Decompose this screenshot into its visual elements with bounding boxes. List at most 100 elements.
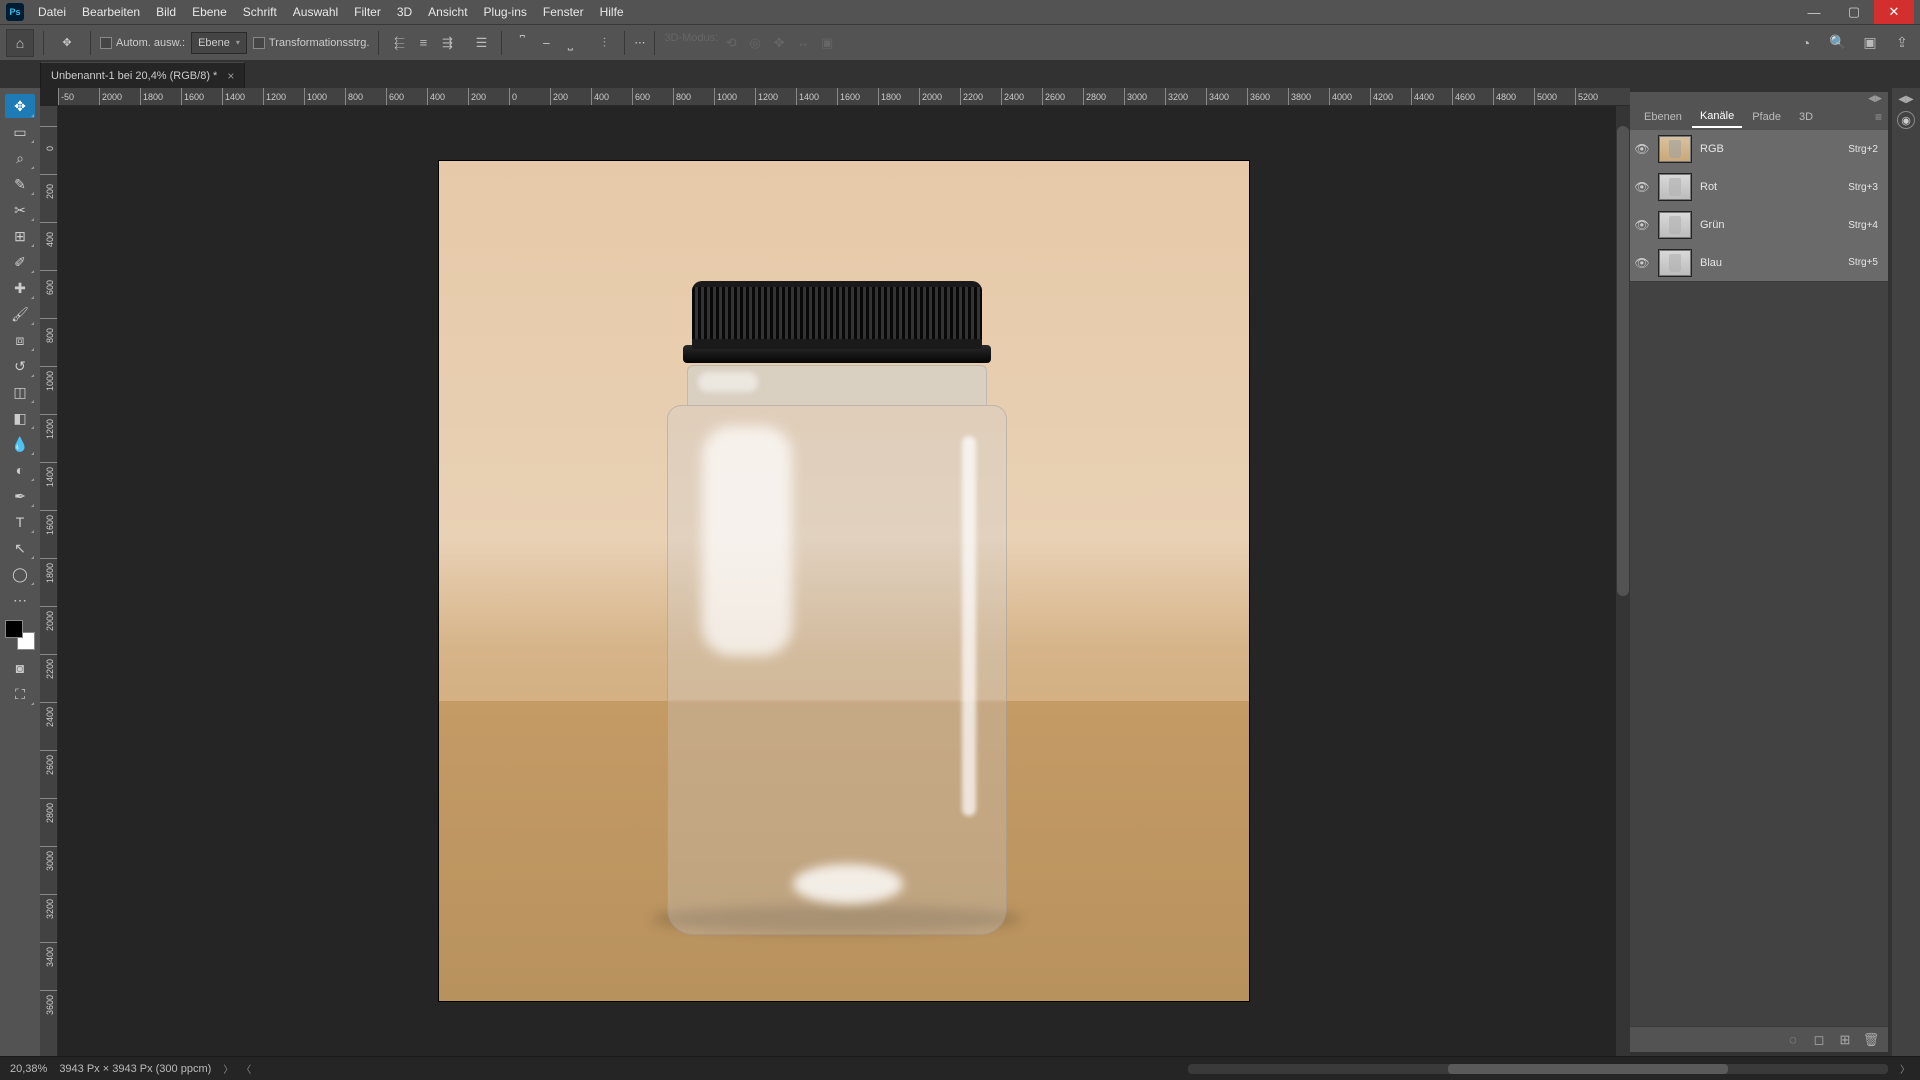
- quick-select-tool[interactable]: ✎: [5, 172, 35, 196]
- home-button[interactable]: ⌂: [6, 29, 34, 57]
- shape-tool[interactable]: ◯: [5, 562, 35, 586]
- history-brush-tool[interactable]: ↺: [5, 354, 35, 378]
- ruler-tick: 3600: [1247, 88, 1270, 106]
- scroll-right-icon[interactable]: 〉: [1900, 1061, 1910, 1076]
- menu-fenster[interactable]: Fenster: [535, 0, 592, 24]
- path-select-tool[interactable]: ↖: [5, 536, 35, 560]
- align-bottom-icon[interactable]: ⎵: [559, 32, 581, 54]
- frame-tool[interactable]: ⊞: [5, 224, 35, 248]
- horizontal-scrollbar[interactable]: [1188, 1064, 1888, 1074]
- ruler-tick: 600: [386, 88, 404, 106]
- quick-mask-tool[interactable]: ◙: [5, 656, 35, 680]
- workspace-icon[interactable]: ▣: [1858, 31, 1882, 55]
- pen-tool[interactable]: ✒: [5, 484, 35, 508]
- blur-tool[interactable]: 💧: [5, 432, 35, 456]
- layer-select-dropdown[interactable]: Ebene ▾: [191, 32, 247, 54]
- save-selection-icon[interactable]: ◻: [1810, 1031, 1828, 1049]
- menu-ebene[interactable]: Ebene: [184, 0, 235, 24]
- canvas-viewport[interactable]: [58, 106, 1630, 1056]
- channel-thumbnail: [1658, 249, 1692, 277]
- menu-datei[interactable]: Datei: [30, 0, 74, 24]
- panel-menu-icon[interactable]: ≡: [1875, 110, 1882, 124]
- screen-mode-tool[interactable]: ⛶: [5, 682, 35, 706]
- menu-bearbeiten[interactable]: Bearbeiten: [74, 0, 148, 24]
- align-top-icon[interactable]: ⎴: [511, 32, 533, 54]
- more-tools[interactable]: ⋯: [5, 588, 35, 612]
- status-prev-icon[interactable]: 〈: [241, 1061, 251, 1076]
- type-tool[interactable]: T: [5, 510, 35, 534]
- channel-row-grün[interactable]: 👁GrünStrg+4: [1630, 206, 1888, 244]
- visibility-eye-icon[interactable]: 👁: [1634, 255, 1650, 271]
- color-swatches[interactable]: [5, 620, 35, 650]
- menu-hilfe[interactable]: Hilfe: [592, 0, 632, 24]
- align-right-icon[interactable]: ⇶: [436, 32, 458, 54]
- ruler-tick: -50: [58, 88, 74, 106]
- menu-schrift[interactable]: Schrift: [235, 0, 285, 24]
- stamp-tool[interactable]: ⧈: [5, 328, 35, 352]
- load-selection-icon[interactable]: ◌: [1784, 1031, 1802, 1049]
- close-tab-icon[interactable]: ×: [227, 69, 234, 83]
- align-vcenter-icon[interactable]: ⎯: [535, 32, 557, 54]
- eyedropper-tool[interactable]: ✐: [5, 250, 35, 274]
- separator: [90, 31, 91, 55]
- align-left-icon[interactable]: ⬱: [388, 32, 410, 54]
- properties-panel-icon[interactable]: ◉: [1897, 111, 1915, 129]
- ruler-tick: 1200: [40, 414, 58, 426]
- distribute-v-icon[interactable]: ⫶: [593, 32, 615, 54]
- collapse-panels-icon[interactable]: ◀▶: [1868, 93, 1882, 104]
- menu-3d[interactable]: 3D: [389, 0, 420, 24]
- align-hcenter-icon[interactable]: ≡: [412, 32, 434, 54]
- brush-tool[interactable]: 🖌: [5, 302, 35, 326]
- tab-pfade[interactable]: Pfade: [1744, 107, 1789, 127]
- visibility-eye-icon[interactable]: 👁: [1634, 141, 1650, 157]
- more-options-icon[interactable]: ⋯: [634, 36, 645, 49]
- visibility-eye-icon[interactable]: 👁: [1634, 179, 1650, 195]
- horizontal-ruler[interactable]: -502000180016001400120010008006004002000…: [58, 88, 1630, 106]
- move-tool[interactable]: ✥: [5, 94, 35, 118]
- foreground-color-swatch[interactable]: [5, 620, 23, 638]
- new-channel-icon[interactable]: ⊞: [1836, 1031, 1854, 1049]
- channel-row-rgb[interactable]: 👁RGBStrg+2: [1630, 130, 1888, 168]
- tab-kanale[interactable]: Kanäle: [1692, 106, 1742, 128]
- vertical-scrollbar[interactable]: [1616, 106, 1630, 1056]
- distribute-icon[interactable]: ☰: [470, 32, 492, 54]
- zoom-level[interactable]: 20,38%: [10, 1063, 47, 1075]
- status-caret-icon[interactable]: 〉: [223, 1061, 233, 1076]
- vertical-ruler[interactable]: 0200400600800100012001400160018002000220…: [40, 106, 58, 1056]
- expand-dock-icon[interactable]: ◀▶: [1898, 94, 1913, 105]
- marquee-tool[interactable]: ▭: [5, 120, 35, 144]
- menu-auswahl[interactable]: Auswahl: [285, 0, 346, 24]
- menu-plugins[interactable]: Plug-ins: [476, 0, 535, 24]
- gradient-tool[interactable]: ◧: [5, 406, 35, 430]
- window-close-button[interactable]: ✕: [1874, 0, 1914, 24]
- window-minimize-button[interactable]: —: [1794, 0, 1834, 24]
- document-tab[interactable]: Unbenannt-1 bei 20,4% (RGB/8) * ×: [40, 62, 245, 88]
- channel-row-rot[interactable]: 👁RotStrg+3: [1630, 168, 1888, 206]
- crop-tool[interactable]: ✂: [5, 198, 35, 222]
- lasso-tool[interactable]: ⌕: [5, 146, 35, 170]
- align-horizontal-group: ⬱ ≡ ⇶: [388, 32, 458, 54]
- healing-tool[interactable]: ✚: [5, 276, 35, 300]
- ruler-tick: 1400: [796, 88, 819, 106]
- channel-name: Grün: [1700, 219, 1724, 231]
- channel-row-blau[interactable]: 👁BlauStrg+5: [1630, 244, 1888, 282]
- window-maximize-button[interactable]: ▢: [1834, 0, 1874, 24]
- delete-channel-icon[interactable]: 🗑: [1862, 1031, 1880, 1049]
- transform-controls-checkbox[interactable]: Transformationsstrg.: [253, 37, 369, 49]
- share-icon[interactable]: ⇪: [1890, 31, 1914, 55]
- menu-bild[interactable]: Bild: [148, 0, 184, 24]
- 3d-pan-icon: ✥: [768, 32, 790, 54]
- cloud-docs-icon[interactable]: ◔: [1794, 31, 1818, 55]
- tab-3d[interactable]: 3D: [1791, 107, 1821, 127]
- menu-ansicht[interactable]: Ansicht: [420, 0, 475, 24]
- auto-select-checkbox[interactable]: Autom. ausw.:: [100, 37, 185, 49]
- visibility-eye-icon[interactable]: 👁: [1634, 217, 1650, 233]
- dodge-tool[interactable]: ◐: [5, 458, 35, 482]
- menu-filter[interactable]: Filter: [346, 0, 389, 24]
- ruler-tick: 800: [673, 88, 691, 106]
- move-tool-preset-icon[interactable]: ✥: [53, 29, 81, 57]
- tab-ebenen[interactable]: Ebenen: [1636, 107, 1690, 127]
- canvas-zone: -502000180016001400120010008006004002000…: [40, 88, 1630, 1056]
- search-icon[interactable]: 🔍: [1826, 31, 1850, 55]
- eraser-tool[interactable]: ◫: [5, 380, 35, 404]
